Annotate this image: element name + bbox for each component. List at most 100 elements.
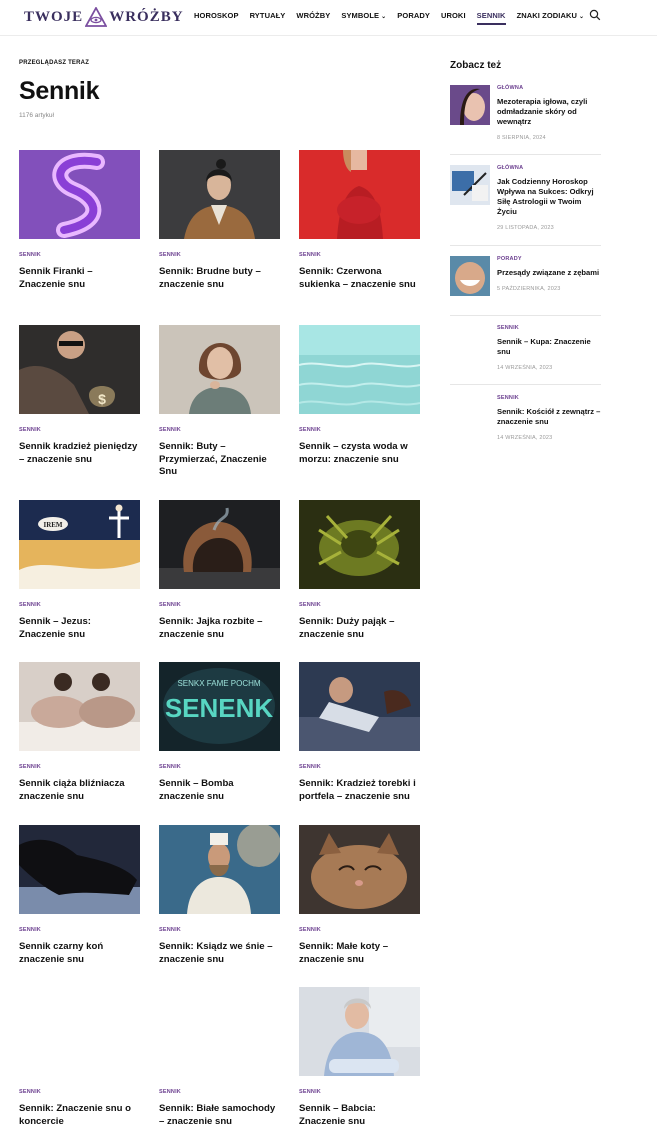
sidebar-item-category[interactable]: GŁÓWNA [497,165,601,171]
article-category[interactable]: SENNIK [19,252,140,258]
article-category[interactable]: SENNIK [19,427,140,433]
nav-item-horoskop[interactable]: HOROSKOP [194,11,239,20]
article-category[interactable]: SENNIK [159,764,280,770]
article-category[interactable]: SENNIK [159,927,280,933]
article-category[interactable]: SENNIK [19,764,140,770]
article-title[interactable]: Sennik: Brudne buty – znaczenie snu [159,266,280,291]
nav-label: HOROSKOP [194,10,239,20]
article-title[interactable]: Sennik: Znaczenie snu o koncercie [19,1103,140,1128]
article-card: SENNIK Sennik: Buty – Przymierzać, Znacz… [159,325,280,479]
sidebar-thumbnail[interactable] [450,165,490,205]
article-thumbnail[interactable] [159,500,280,589]
article-card: SENNIK Sennik ciąża bliźniacza znaczenie… [19,662,140,803]
article-category[interactable]: SENNIK [159,252,280,258]
article-category[interactable]: SENNIK [159,1089,280,1095]
article-category[interactable]: SENNIK [19,602,140,608]
article-title[interactable]: Sennik – Babcia: Znaczenie snu [299,1103,420,1128]
article-title[interactable]: Sennik: Małe koty – znaczenie snu [299,941,420,966]
article-title[interactable]: Sennik: Czerwona sukienka – znaczenie sn… [299,266,420,291]
sidebar-item-title[interactable]: Sennik – Kupa: Znaczenie snu [497,337,601,357]
nav-item-znaki-zodiaku[interactable]: ZNAKI ZODIAKU ⌄ [517,11,585,20]
article-thumbnail[interactable] [299,662,420,751]
site-logo[interactable]: TWOJE WRÓŻBY [24,6,184,28]
sidebar: Zobacz też [450,60,601,71]
article-thumbnail[interactable] [159,987,280,1076]
article-thumbnail[interactable]: $ [19,325,140,414]
article-title[interactable]: Sennik – czysta woda w morzu: znaczenie … [299,441,420,466]
article-thumbnail[interactable]: SENKX FAME POCHM SENENK [159,662,280,751]
article-title[interactable]: Sennik: Duży pająk – znaczenie snu [299,616,420,641]
nav-item-sennik[interactable]: SENNIK [476,11,506,25]
article-thumbnail[interactable] [299,500,420,589]
article-title[interactable]: Sennik ciąża bliźniacza znaczenie snu [19,778,140,803]
article-title[interactable]: Sennik – Bomba znaczenie snu [159,778,280,803]
sidebar-heading: Zobacz też [450,60,502,71]
article-category[interactable]: SENNIK [299,252,420,258]
sidebar-item-title[interactable]: Przesądy związane z zębami [497,268,601,278]
article-title[interactable]: Sennik: Jajka rozbite – znaczenie snu [159,616,280,641]
breadcrumb-kicker: PRZEGLĄDASZ TERAZ [19,60,90,66]
nav-label: SYMBOLE [341,10,380,20]
article-thumbnail[interactable] [159,150,280,239]
sidebar-item-body: SENNIK Sennik – Kupa: Znaczenie snu 14 W… [497,325,601,371]
nav-label: RYTUAŁY [249,10,286,20]
article-title[interactable]: Sennik – Jezus: Znaczenie snu [19,616,140,641]
article-thumbnail[interactable] [299,150,420,239]
article-category[interactable]: SENNIK [19,1089,140,1095]
article-thumbnail[interactable] [19,150,140,239]
article-card: $ SENNIK Sennik kradzież pieniędzy – zna… [19,325,140,466]
sidebar-item-body: GŁÓWNA Jak Codzienny Horoskop Wpływa na … [497,165,601,231]
article-title[interactable]: Sennik Firanki – Znaczenie snu [19,266,140,291]
article-card: SENNIK Sennik Firanki – Znaczenie snu [19,150,140,291]
sidebar-item: SENNIK Sennik: Kościół z zewnątrz – znac… [450,395,601,455]
chevron-down-icon: ⌄ [381,13,387,20]
sidebar-item-category[interactable]: SENNIK [497,325,601,331]
article-title[interactable]: Sennik: Ksiądz we śnie – znaczenie snu [159,941,280,966]
article-title[interactable]: Sennik: Kradzież torebki i portfela – zn… [299,778,420,803]
nav-item-porady[interactable]: PORADY [397,11,430,20]
article-thumbnail[interactable] [159,825,280,914]
article-card: IREM SENNIK Sennik – Jezus: Znaczenie sn… [19,500,140,641]
image-caption-text: IREM [43,521,62,529]
article-title[interactable]: Sennik kradzież pieniędzy – znaczenie sn… [19,441,140,466]
article-card: SENNIK Sennik: Kradzież torebki i portfe… [299,662,420,803]
sidebar-item: PORADY Przesądy związane z zębami 5 PAŹD… [450,256,601,316]
article-category[interactable]: SENNIK [299,927,420,933]
article-title[interactable]: Sennik: Buty – Przymierzać, Znaczenie Sn… [159,441,280,479]
nav-item-rytualy[interactable]: RYTUAŁY [250,11,286,20]
article-thumbnail[interactable] [299,825,420,914]
nav-item-wrozby[interactable]: WRÓŻBY [296,11,330,20]
sidebar-thumbnail[interactable] [450,256,490,296]
sidebar-item-category[interactable]: SENNIK [497,395,601,401]
sidebar-item-title[interactable]: Sennik: Kościół z zewnątrz – znaczenie s… [497,407,601,427]
article-card: SENNIK Sennik – czysta woda w morzu: zna… [299,325,420,466]
article-category[interactable]: SENNIK [299,602,420,608]
sidebar-item-title[interactable]: Mezoterapia igłowa, czyli odmładzanie sk… [497,97,601,127]
article-thumbnail[interactable] [19,662,140,751]
sidebar-item-category[interactable]: GŁÓWNA [497,85,601,91]
article-category[interactable]: SENNIK [299,764,420,770]
article-thumbnail[interactable] [19,825,140,914]
image-caption-text: SENKX FAME POCHM [177,679,260,688]
article-category[interactable]: SENNIK [299,1089,420,1095]
article-thumbnail[interactable] [299,325,420,414]
article-category[interactable]: SENNIK [159,602,280,608]
article-thumbnail[interactable] [19,987,140,1076]
sidebar-item-category[interactable]: PORADY [497,256,601,262]
article-thumbnail[interactable] [159,325,280,414]
article-thumbnail[interactable]: IREM [19,500,140,589]
article-title[interactable]: Sennik: Białe samochody – znaczenie snu [159,1103,280,1128]
article-title[interactable]: Sennik czarny koń znaczenie snu [19,941,140,966]
nav-item-symbole[interactable]: SYMBOLE ⌄ [341,11,386,20]
search-icon[interactable] [589,9,601,21]
article-category[interactable]: SENNIK [19,927,140,933]
article-card: SENNIK Sennik: Białe samochody – znaczen… [159,987,280,1128]
sidebar-thumbnail[interactable] [450,85,490,125]
article-thumbnail[interactable] [299,987,420,1076]
sidebar-item-title[interactable]: Jak Codzienny Horoskop Wpływa na Sukces:… [497,177,601,217]
article-category[interactable]: SENNIK [159,427,280,433]
sidebar-item-date: 14 WRZEŚNIA, 2023 [497,435,553,441]
article-category[interactable]: SENNIK [299,427,420,433]
article-card: SENNIK Sennik: Ksiądz we śnie – znaczeni… [159,825,280,966]
nav-item-uroki[interactable]: UROKI [441,11,466,20]
